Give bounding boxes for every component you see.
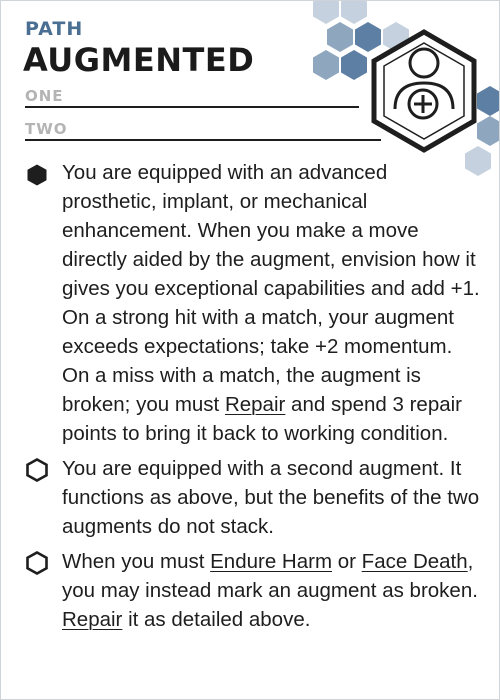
decorative-hexagon	[327, 22, 353, 52]
ability-text-segment: You are equipped with an advanced prosth…	[62, 161, 480, 416]
move-link[interactable]: Repair	[225, 393, 285, 416]
name-field-two-label: TWO	[25, 120, 68, 138]
user-with-plus-icon	[371, 29, 477, 153]
ability-2: You are equipped with a second augment. …	[25, 454, 485, 541]
decorative-hexagon	[341, 1, 367, 24]
move-link[interactable]: Repair	[62, 608, 122, 631]
name-field-two[interactable]: TWO	[25, 119, 381, 141]
card-category: PATH	[25, 18, 84, 40]
decorative-hexagon	[313, 50, 339, 80]
decorative-hexagon	[313, 1, 339, 24]
ability-text-segment: it as detailed above.	[122, 608, 311, 631]
decorative-hexagon	[341, 50, 367, 80]
ability-list: You are equipped with an advanced prosth…	[25, 158, 485, 640]
ability-checkbox-empty-icon[interactable]	[25, 551, 49, 575]
move-link[interactable]: Endure Harm	[210, 550, 332, 573]
ability-text: When you must Endure Harm or Face Death,…	[62, 550, 478, 631]
name-field-one[interactable]: ONE	[25, 86, 359, 108]
ability-text-segment: When you must	[62, 550, 211, 573]
move-link[interactable]: Face Death	[362, 550, 468, 573]
decorative-hexagon	[477, 116, 499, 146]
ability-text: You are equipped with a second augment. …	[62, 457, 479, 538]
card-title: AUGMENTED	[23, 41, 255, 79]
name-field-one-label: ONE	[25, 87, 64, 105]
ability-text-segment: or	[332, 550, 362, 573]
ability-text: You are equipped with an advanced prosth…	[62, 161, 480, 445]
ability-1: You are equipped with an advanced prosth…	[25, 158, 485, 448]
ability-checkbox-empty-icon[interactable]	[25, 458, 49, 482]
ability-checkbox-filled-icon[interactable]	[25, 163, 49, 187]
ability-text-segment: You are equipped with a second augment. …	[62, 457, 480, 538]
asset-card: PATH AUGMENTED ONE TWO You are equipped …	[0, 0, 500, 700]
ability-3: When you must Endure Harm or Face Death,…	[25, 547, 485, 634]
decorative-hexagon	[477, 86, 499, 116]
